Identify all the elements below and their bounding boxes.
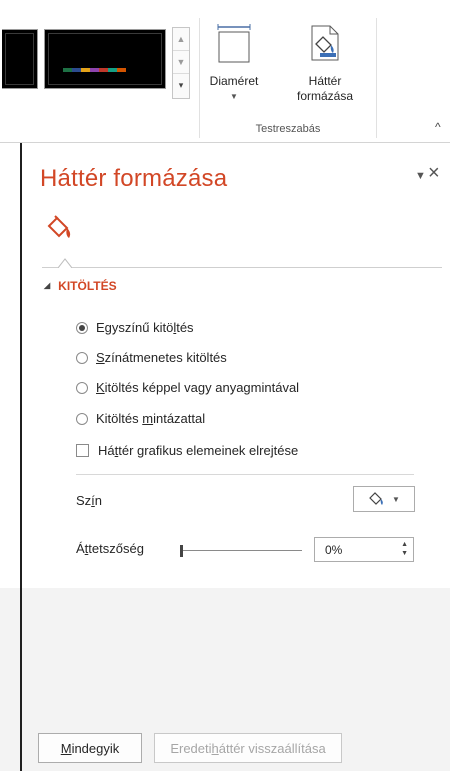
collapse-triangle-icon: ◢ — [44, 281, 51, 290]
variant-color-bars — [63, 68, 126, 72]
reset-background-button[interactable]: Eredeti h áttér visszaállítása — [154, 733, 342, 763]
ribbon-separator — [376, 18, 377, 138]
collapse-ribbon-icon[interactable]: ^ — [435, 120, 441, 134]
ribbon: ▲ ▼ ▾ Diaméret ▼ Háttér formázása Testre… — [0, 0, 450, 143]
fill-color-dropdown[interactable]: ▼ — [353, 486, 415, 512]
slide-size-label: Diaméret — [209, 74, 259, 88]
slide-size-button[interactable]: Diaméret ▼ — [206, 24, 262, 104]
transparency-spinner[interactable]: 0% ▲ ▼ — [314, 537, 414, 562]
radio-button[interactable] — [76, 412, 88, 425]
ribbon-separator — [199, 18, 200, 138]
transparency-slider[interactable] — [180, 545, 304, 557]
fill-section-title: KITÖLTÉS — [58, 279, 117, 293]
option-solid-fill[interactable]: Egyszínű kitöltés — [76, 320, 194, 335]
fill-tab-button[interactable] — [46, 215, 74, 241]
format-background-button[interactable]: Háttér formázása — [286, 24, 364, 104]
gallery-scroll-down-icon[interactable]: ▼ — [173, 51, 189, 74]
slide-size-icon — [206, 24, 262, 74]
theme-color-swatch — [81, 68, 90, 72]
options-divider — [76, 474, 414, 475]
option-picture-fill[interactable]: Kitöltés képpel vagy anyagmintával — [76, 380, 299, 395]
paint-bucket-icon — [369, 492, 383, 505]
spin-down-icon[interactable]: ▼ — [401, 550, 408, 557]
fill-section-header[interactable]: ◢ KITÖLTÉS — [44, 279, 117, 293]
hide-background-graphics-checkbox[interactable]: Háttér grafikus elemeinek elrejtése — [76, 443, 298, 458]
theme-color-swatch — [117, 68, 126, 72]
option-gradient-fill[interactable]: Színátmenetes kitöltés — [76, 350, 227, 365]
theme-color-swatch — [99, 68, 108, 72]
slider-thumb[interactable] — [180, 545, 183, 557]
close-icon[interactable]: × — [428, 162, 440, 185]
chevron-down-icon: ▼ — [392, 494, 400, 504]
variant-thumbnail-1[interactable] — [2, 29, 38, 89]
option-pattern-fill[interactable]: Kitöltés mintázattal — [76, 411, 205, 426]
radio-button[interactable] — [76, 381, 88, 394]
gallery-scroll-up-icon[interactable]: ▲ — [173, 28, 189, 51]
apply-to-all-button[interactable]: Mindegyik — [38, 733, 142, 763]
active-tab-indicator — [58, 258, 72, 268]
chevron-down-icon: ▼ — [230, 92, 238, 101]
tab-divider — [42, 267, 442, 268]
transparency-label: Áttetszőség — [76, 541, 144, 556]
radio-button[interactable] — [76, 321, 88, 334]
gallery-more-icon[interactable]: ▾ — [173, 74, 189, 97]
theme-color-swatch — [90, 68, 99, 72]
option-label: Kitöltés mintázattal — [96, 411, 206, 426]
transparency-value[interactable]: 0% — [325, 543, 342, 557]
option-label: Kitöltés képpel vagy anyagmintával — [96, 380, 300, 395]
format-background-label-2: formázása — [296, 89, 354, 103]
ribbon-group-label: Testreszabás — [255, 123, 321, 135]
variant-thumbnail-2[interactable] — [44, 29, 166, 89]
checkbox[interactable] — [76, 444, 89, 457]
option-label: Színátmenetes kitöltés — [96, 350, 227, 365]
theme-color-swatch — [108, 68, 117, 72]
format-background-icon — [286, 24, 364, 74]
theme-color-swatch — [72, 68, 81, 72]
spin-up-icon[interactable]: ▲ — [401, 541, 408, 548]
theme-variants-gallery — [0, 24, 192, 100]
paint-bucket-icon — [47, 215, 71, 238]
pane-title: Háttér formázása — [40, 165, 228, 192]
color-label: Szín — [76, 493, 103, 508]
checkbox-label: Háttér grafikus elemeinek elrejtése — [98, 443, 299, 458]
pane-left-border — [20, 143, 22, 771]
option-label: Egyszínű kitöltés — [96, 320, 194, 335]
radio-button[interactable] — [76, 351, 88, 364]
task-pane-options-icon[interactable]: ▼ — [415, 170, 426, 182]
slider-track — [182, 550, 302, 551]
gallery-scrollbar[interactable]: ▲ ▼ ▾ — [172, 27, 190, 99]
format-background-label-1: Háttér — [308, 74, 342, 88]
theme-color-swatch — [63, 68, 72, 72]
